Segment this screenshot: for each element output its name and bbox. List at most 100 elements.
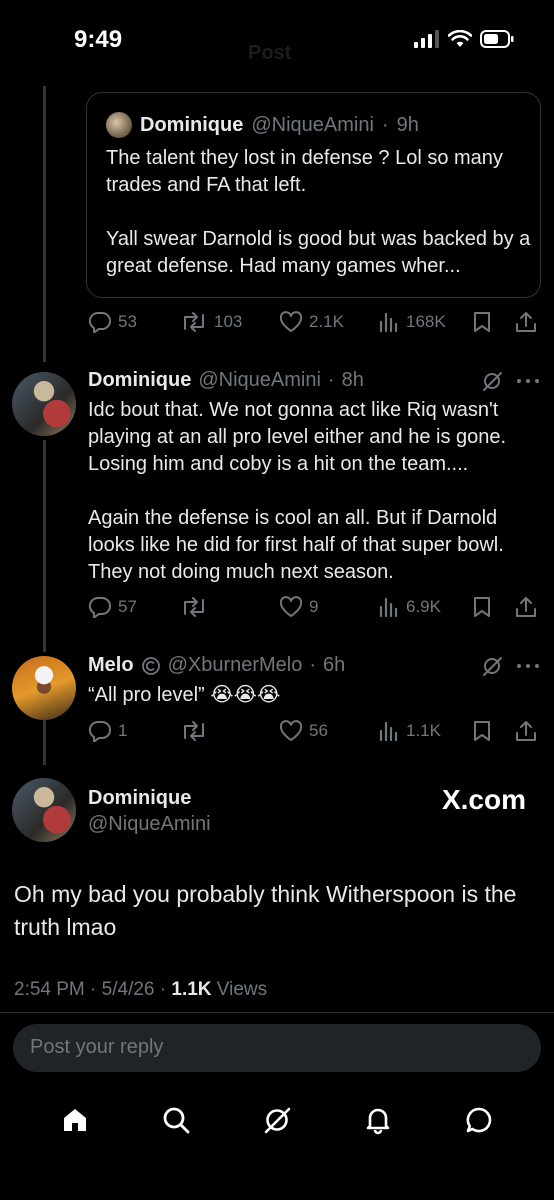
reply-count: 53 (118, 312, 137, 331)
repost-icon (184, 597, 204, 617)
avatar[interactable] (12, 778, 76, 842)
author-name[interactable]: Dominique (140, 114, 243, 137)
post-time: 9h (396, 113, 419, 136)
like-button[interactable]: 56 (279, 720, 328, 742)
like-button[interactable]: 2.1K (279, 311, 344, 333)
author-handle[interactable]: @NiqueAmini (198, 369, 321, 392)
grok-icon[interactable] (481, 655, 503, 677)
bookmark-icon (474, 597, 490, 617)
bookmark-icon (474, 721, 490, 741)
bottom-nav (0, 1090, 554, 1150)
avatar[interactable] (12, 656, 76, 720)
separator-dot: · (327, 369, 335, 391)
author-name[interactable]: Dominique (88, 369, 191, 392)
repost-icon (184, 312, 204, 332)
reply-icon (88, 596, 111, 618)
nav-messages[interactable] (464, 1105, 494, 1135)
reply-placeholder: Post your reply (30, 1036, 164, 1058)
like-count: 2.1K (309, 312, 344, 331)
views-icon (379, 721, 398, 742)
reply-header: Dominique @NiqueAmini · 8h (88, 369, 364, 392)
views-count: 168K (406, 312, 446, 331)
views-button[interactable]: 6.9K (378, 596, 441, 618)
search-icon (163, 1107, 190, 1134)
reply-button[interactable]: 1 (88, 720, 127, 742)
bookmark-button[interactable] (472, 596, 492, 618)
separator-dot: · (381, 113, 389, 136)
share-icon (516, 721, 536, 741)
repost-button[interactable] (180, 720, 208, 742)
views-count: 1.1K (406, 721, 441, 740)
thread-line (43, 440, 46, 652)
status-time: 9:49 (74, 26, 123, 53)
like-count: 56 (309, 721, 328, 740)
repost-icon (184, 721, 204, 741)
bookmark-icon (474, 312, 490, 332)
thread-line (43, 720, 46, 765)
nav-home[interactable] (60, 1105, 90, 1135)
wifi-icon (448, 30, 472, 47)
more-options-icon[interactable] (516, 378, 540, 384)
nav-search[interactable] (161, 1105, 191, 1135)
bookmark-button[interactable] (472, 720, 492, 742)
reply-button[interactable]: 57 (88, 596, 137, 618)
repost-button[interactable] (180, 596, 208, 618)
avatar[interactable] (12, 372, 76, 436)
quoted-post-header: Dominique @NiqueAmini · 9h (106, 112, 419, 138)
reply-header: Melo @XburnerMelo · 6h (88, 654, 345, 677)
bell-icon (366, 1108, 390, 1135)
author-handle[interactable]: @NiqueAmini (88, 813, 211, 836)
views-button[interactable]: 1.1K (378, 720, 441, 742)
views-icon (379, 312, 398, 333)
share-button[interactable] (515, 596, 537, 618)
reply-icon (88, 311, 111, 333)
heart-icon (279, 720, 303, 741)
post-meta: 2:54 PM · 5/4/26 · 1.1K Views (14, 979, 267, 1001)
message-icon (467, 1107, 492, 1133)
divider (0, 1012, 554, 1013)
separator-dot: · (159, 979, 172, 1000)
avatar[interactable] (106, 112, 132, 138)
views-label: Views (216, 979, 268, 1000)
views-icon (379, 597, 398, 618)
post-date: 5/4/26 (101, 979, 155, 1000)
x-com-logo: X.com (441, 784, 526, 815)
separator-dot: · (309, 654, 317, 676)
more-options-icon[interactable] (516, 663, 540, 669)
post-time: 2:54 PM (14, 979, 85, 1000)
grok-icon[interactable] (481, 370, 503, 392)
share-icon (516, 597, 536, 617)
share-button[interactable] (515, 311, 537, 333)
nav-grok[interactable] (262, 1105, 292, 1135)
bookmark-button[interactable] (472, 311, 492, 333)
repost-button[interactable]: 103 (180, 311, 242, 333)
reply-text: Idc bout that. We not gonna act like Riq… (88, 399, 507, 583)
reply-button[interactable]: 53 (88, 311, 137, 333)
signal-icon (414, 30, 439, 48)
author-handle[interactable]: @NiqueAmini (251, 114, 374, 137)
share-icon (516, 312, 536, 332)
author-name[interactable]: Melo (88, 654, 134, 677)
views-button[interactable]: 168K (378, 311, 446, 333)
separator-dot: · (90, 979, 102, 1000)
share-button[interactable] (515, 720, 537, 742)
views-count: 1.1K (171, 979, 212, 1000)
reply-count: 1 (118, 721, 128, 740)
grok-icon (264, 1107, 291, 1134)
battery-icon (480, 30, 514, 48)
reply-count: 57 (118, 597, 137, 616)
reply-text: “All pro level” 😭😭😭 (88, 684, 281, 706)
like-count: 9 (309, 597, 319, 616)
heart-icon (279, 596, 303, 617)
status-icons (414, 30, 514, 48)
thread-line (43, 86, 46, 362)
repost-count: 103 (214, 312, 243, 331)
views-count: 6.9K (406, 597, 441, 616)
like-button[interactable]: 9 (279, 596, 318, 618)
community-badge-icon (141, 656, 160, 675)
nav-notifications[interactable] (363, 1105, 393, 1135)
author-handle[interactable]: @XburnerMelo (168, 654, 303, 677)
post-time: 6h (323, 654, 346, 676)
quoted-post-text: The talent they lost in defense ? Lol so… (106, 147, 531, 277)
author-name[interactable]: Dominique (88, 787, 191, 810)
